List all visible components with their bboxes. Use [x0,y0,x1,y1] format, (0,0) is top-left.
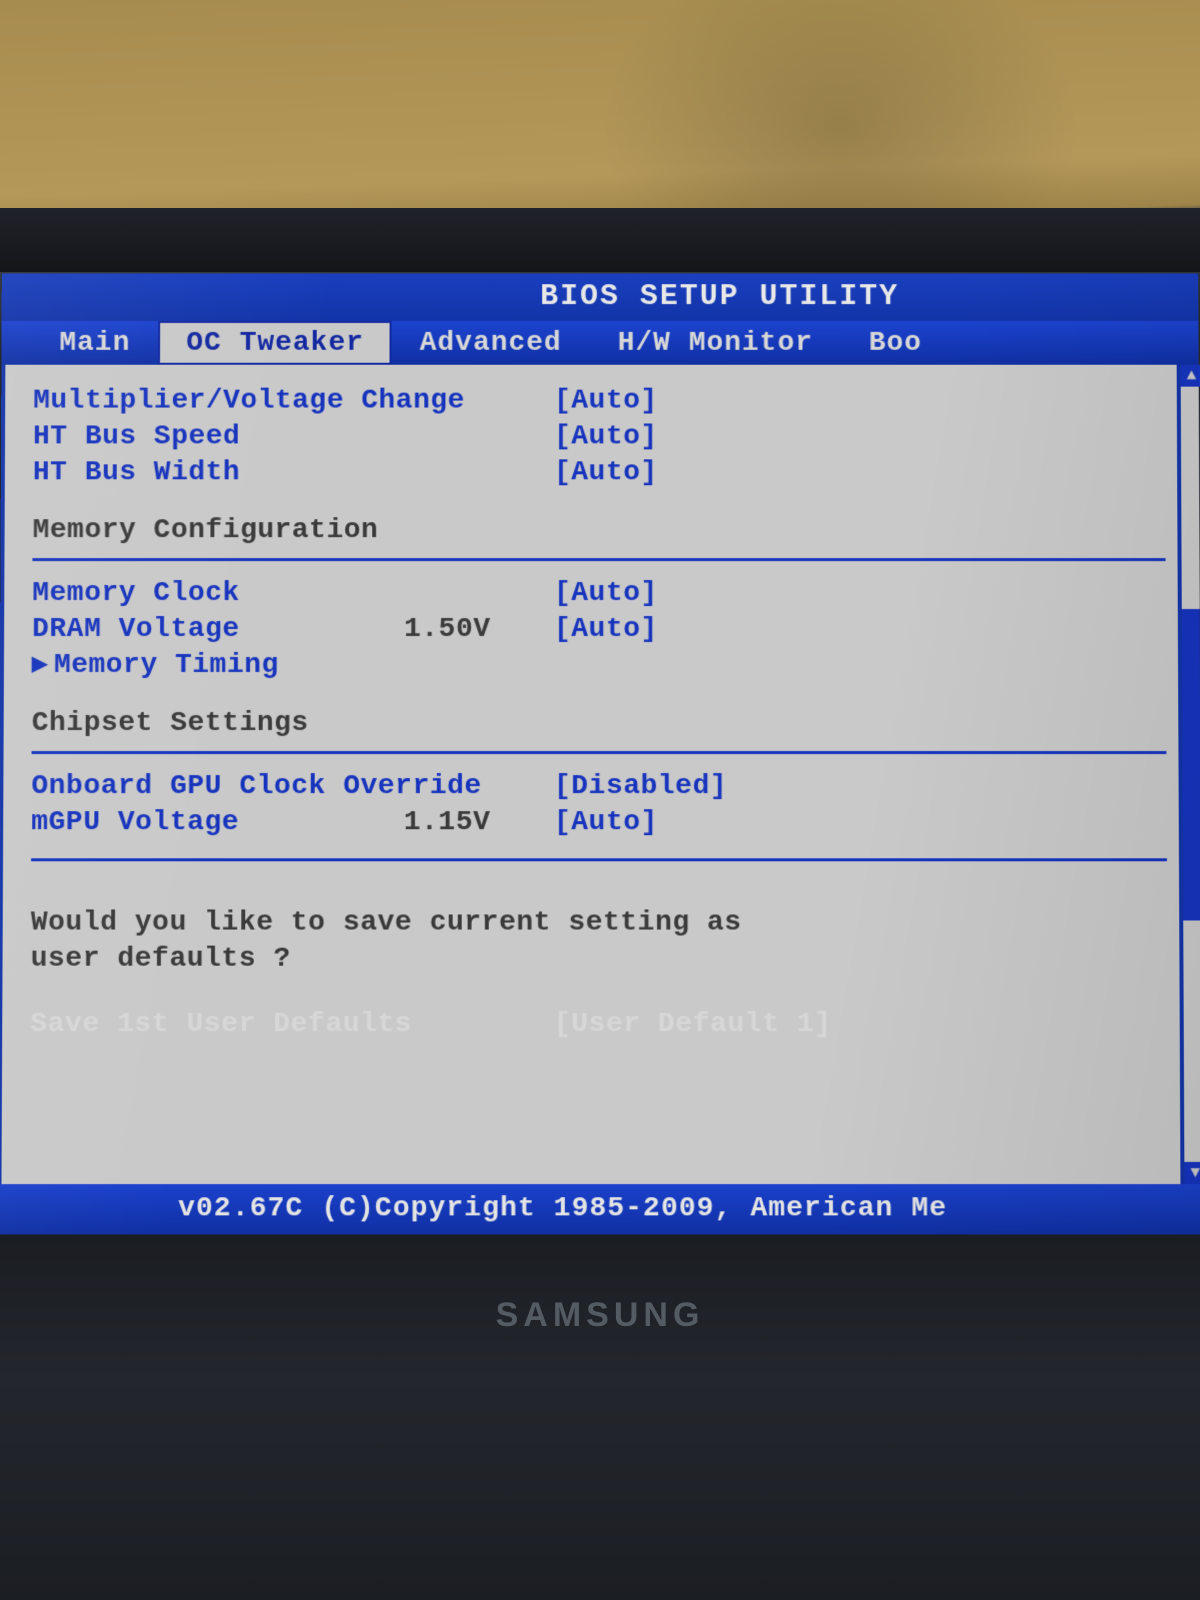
value-ht-width: [Auto] [554,457,658,488]
row-ht-speed[interactable]: HT Bus Speed [Auto] [33,419,1165,455]
row-ht-width[interactable]: HT Bus Width [Auto] [33,454,1165,490]
heading-chipset: Chipset Settings [32,708,309,739]
lcd-panel: BIOS SETUP UTILITY Main OC Tweaker Advan… [0,273,1200,1234]
divider [31,858,1167,861]
tab-oc-tweaker[interactable]: OC Tweaker [158,321,392,365]
readout-dram-voltage: 1.50V [404,614,491,645]
value-gpu-override: [Disabled] [554,771,727,802]
label-memory-clock: Memory Clock [32,578,240,609]
divider [32,558,1165,561]
scroll-up-icon[interactable]: ▲ [1181,365,1200,387]
label-mgpu-voltage: mGPU Voltage [31,807,239,838]
monitor-bezel-bottom [0,1232,1200,1600]
label-multiplier-voltage: Multiplier/Voltage Change [33,385,465,416]
scroll-thumb[interactable] [1182,609,1200,920]
bios-title: BIOS SETUP UTILITY [2,273,1199,321]
save-prompt: Would you like to save current setting a… [31,905,1168,977]
monitor-brand-logo: SAMSUNG [496,1296,705,1335]
tab-main[interactable]: Main [31,321,158,365]
label-save-defaults: Save 1st User Defaults [30,1008,412,1039]
scroll-down-icon[interactable]: ▼ [1184,1162,1200,1184]
row-memory-clock[interactable]: Memory Clock [Auto] [32,575,1166,611]
save-prompt-line2: user defaults ? [31,942,1168,978]
photo-scene: SAMSUNG BIOS SETUP UTILITY Main OC Tweak… [0,0,1200,1600]
scrollbar[interactable]: ▲ ▼ [1177,365,1200,1184]
row-save-defaults[interactable]: Save 1st User Defaults [User Default 1] [30,1006,1168,1042]
value-dram-voltage: [Auto] [554,614,658,645]
row-mgpu-voltage[interactable]: mGPU Voltage 1.15V [Auto] [31,804,1167,840]
label-dram-voltage: DRAM Voltage [32,614,240,645]
save-prompt-line1: Would you like to save current setting a… [31,905,1168,941]
heading-memory: Memory Configuration [33,515,379,546]
bios-body: Multiplier/Voltage Change [Auto] HT Bus … [0,365,1200,1184]
row-dram-voltage[interactable]: DRAM Voltage 1.50V [Auto] [32,611,1166,647]
section-chipset-heading: Chipset Settings [32,705,1167,741]
value-mgpu-voltage: [Auto] [554,807,658,838]
value-save-defaults: [User Default 1] [554,1008,832,1039]
row-gpu-override[interactable]: Onboard GPU Clock Override [Disabled] [31,768,1166,804]
bios-footer: v02.67C (C)Copyright 1985-2009, American… [0,1184,1200,1234]
submenu-memory-timing: Memory Timing [32,650,279,681]
section-memory-heading: Memory Configuration [32,512,1165,548]
row-memory-timing[interactable]: Memory Timing [32,647,1166,683]
row-multiplier-voltage[interactable]: Multiplier/Voltage Change [Auto] [33,383,1165,419]
value-ht-speed: [Auto] [554,421,658,452]
value-memory-clock: [Auto] [554,578,658,609]
tab-advanced[interactable]: Advanced [392,321,590,365]
monitor-bezel-top [0,208,1200,272]
label-ht-width: HT Bus Width [33,457,240,488]
readout-mgpu-voltage: 1.15V [404,807,491,838]
label-gpu-override: Onboard GPU Clock Override [31,771,481,802]
tab-boot[interactable]: Boo [841,321,950,365]
tab-hw-monitor[interactable]: H/W Monitor [590,321,841,365]
divider [32,751,1167,754]
bios-menu-bar: Main OC Tweaker Advanced H/W Monitor Boo [1,321,1198,365]
label-ht-speed: HT Bus Speed [33,421,240,452]
value-multiplier-voltage: [Auto] [554,385,658,416]
